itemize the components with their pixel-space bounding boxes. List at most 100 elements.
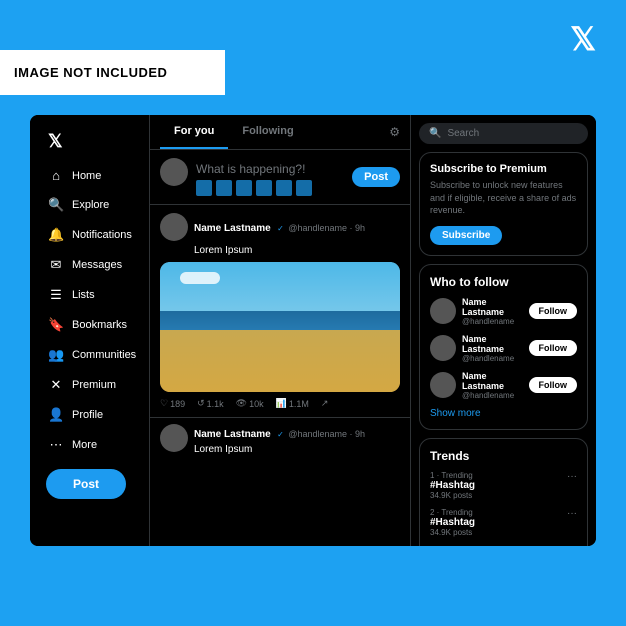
- sidebar-item-explore-label: Explore: [72, 199, 109, 211]
- twitter-ui: 𝕏 ⌂ Home 🔍 Explore 🔔 Notifications ✉ Mes…: [30, 115, 596, 546]
- search-bar[interactable]: 🔍 Search: [419, 123, 588, 144]
- home-icon: ⌂: [48, 168, 64, 183]
- sidebar-item-explore[interactable]: 🔍 Explore: [38, 191, 141, 219]
- sidebar-item-more-label: More: [72, 439, 97, 451]
- poll-tool-icon[interactable]: [236, 180, 252, 196]
- schedule-tool-icon[interactable]: [276, 180, 292, 196]
- who-to-follow-title: Who to follow: [430, 275, 577, 289]
- sidebar-item-notifications-label: Notifications: [72, 229, 132, 241]
- tweet-1-bookmarks[interactable]: 📊 1.1M: [276, 398, 309, 409]
- explore-icon: 🔍: [48, 197, 64, 213]
- image-not-included-banner: IMAGE NOT INCLUDED: [0, 50, 225, 95]
- search-placeholder: Search: [447, 128, 479, 139]
- sidebar-item-premium[interactable]: ✕ Premium: [38, 371, 141, 399]
- follow-button-1[interactable]: Follow: [529, 303, 578, 319]
- sidebar-item-communities[interactable]: 👥 Communities: [38, 341, 141, 369]
- compose-post-button[interactable]: Post: [352, 167, 400, 187]
- trend-category-1: 1 · Trending: [430, 471, 567, 480]
- sidebar-item-home[interactable]: ⌂ Home: [38, 162, 141, 189]
- messages-icon: ✉: [48, 257, 64, 273]
- follow-name-3: Name Lastname: [462, 371, 523, 391]
- follow-button-2[interactable]: Follow: [529, 340, 578, 356]
- subscribe-button[interactable]: Subscribe: [430, 226, 502, 245]
- bookmarks-icon: 🔖: [48, 317, 64, 333]
- sidebar-item-more[interactable]: ⋯ More: [38, 431, 141, 459]
- beach-cloud: [180, 272, 220, 284]
- location-tool-icon[interactable]: [296, 180, 312, 196]
- sidebar-item-profile[interactable]: 👤 Profile: [38, 401, 141, 429]
- sidebar-item-lists[interactable]: ☰ Lists: [38, 281, 141, 309]
- emoji-tool-icon[interactable]: [256, 180, 272, 196]
- sidebar-item-premium-label: Premium: [72, 379, 116, 391]
- trend-dots-2[interactable]: ···: [567, 508, 577, 519]
- tweet-1-verified: ✓: [277, 224, 284, 233]
- sidebar-item-bookmarks[interactable]: 🔖 Bookmarks: [38, 311, 141, 339]
- more-icon: ⋯: [48, 437, 64, 453]
- trend-tag-2: #Hashtag: [430, 517, 567, 528]
- tweet-1-user-info: Name Lastname ✓ @handlename · 9h: [194, 218, 400, 236]
- notifications-icon: 🔔: [48, 227, 64, 243]
- tab-for-you[interactable]: For you: [160, 115, 228, 149]
- trend-item-3[interactable]: 3 · Trending #Hashtag 34.9K posts ···: [430, 545, 577, 546]
- tweet-1-avatar: [160, 213, 188, 241]
- trend-count-1: 34.9K posts: [430, 491, 567, 500]
- sidebar: 𝕏 ⌂ Home 🔍 Explore 🔔 Notifications ✉ Mes…: [30, 115, 150, 546]
- sidebar-item-messages[interactable]: ✉ Messages: [38, 251, 141, 279]
- follow-handle-1: @handlename: [462, 317, 523, 326]
- follow-handle-3: @handlename: [462, 391, 523, 400]
- trend-info-3: 3 · Trending #Hashtag 34.9K posts: [430, 545, 567, 546]
- follow-item-1: Name Lastname @handlename Follow: [430, 297, 577, 326]
- trend-info-2: 2 · Trending #Hashtag 34.9K posts: [430, 508, 567, 537]
- trend-count-2: 34.9K posts: [430, 528, 567, 537]
- gif-tool-icon[interactable]: [216, 180, 232, 196]
- sidebar-item-home-label: Home: [72, 170, 101, 182]
- sidebar-item-messages-label: Messages: [72, 259, 122, 271]
- beach-sand: [160, 330, 400, 392]
- premium-icon: ✕: [48, 377, 64, 393]
- tweet-1-likes[interactable]: ♡ 189: [160, 398, 185, 409]
- trend-category-2: 2 · Trending: [430, 508, 567, 517]
- trend-item-2[interactable]: 2 · Trending #Hashtag 34.9K posts ···: [430, 508, 577, 537]
- follow-button-3[interactable]: Follow: [529, 377, 578, 393]
- compose-input[interactable]: What is happening?!: [196, 158, 344, 176]
- compose-tools: [196, 180, 344, 196]
- tweet-2-content: Name Lastname ✓ @handlename · 9h Lorem I…: [194, 424, 400, 461]
- tweet-1-image: [160, 262, 400, 392]
- post-button[interactable]: Post: [46, 469, 126, 499]
- follow-handle-2: @handlename: [462, 354, 523, 363]
- trend-info-1: 1 · Trending #Hashtag 34.9K posts: [430, 471, 567, 500]
- follow-info-3: Name Lastname @handlename: [462, 371, 523, 400]
- tweet-1-retweets[interactable]: ↺ 1.1k: [197, 398, 224, 409]
- tweet-2-name: Name Lastname: [194, 429, 271, 440]
- follow-avatar-3: [430, 372, 456, 398]
- settings-icon[interactable]: ⚙: [389, 125, 400, 139]
- trends-title: Trends: [430, 449, 577, 463]
- trend-item-1[interactable]: 1 · Trending #Hashtag 34.9K posts ···: [430, 471, 577, 500]
- retweet-icon: ↺: [197, 398, 205, 409]
- compose-box: What is happening?! Post: [150, 150, 410, 205]
- show-more-link[interactable]: Show more: [430, 408, 577, 419]
- tweet-1-share[interactable]: ↗: [321, 398, 329, 409]
- follow-item-2: Name Lastname @handlename Follow: [430, 334, 577, 363]
- follow-avatar-2: [430, 335, 456, 361]
- tweet-1-handle: @handlename · 9h: [288, 223, 365, 233]
- tweet-2-verified: ✓: [277, 430, 284, 439]
- follow-item-3: Name Lastname @handlename Follow: [430, 371, 577, 400]
- right-sidebar: 🔍 Search Subscribe to Premium Subscribe …: [411, 115, 596, 546]
- search-icon: 🔍: [429, 128, 441, 139]
- main-feed: For you Following ⚙ What is happening?!: [150, 115, 411, 546]
- trend-dots-3[interactable]: ···: [567, 545, 577, 546]
- tweet-1-text: Lorem Ipsum: [160, 245, 400, 256]
- image-tool-icon[interactable]: [196, 180, 212, 196]
- tab-following[interactable]: Following: [228, 115, 307, 149]
- who-to-follow-section: Who to follow Name Lastname @handlename …: [419, 264, 588, 430]
- views-icon: 👁: [236, 398, 247, 409]
- tweet-1-header: Name Lastname ✓ @handlename · 9h: [160, 213, 400, 241]
- tweet-2: Name Lastname ✓ @handlename · 9h Lorem I…: [150, 418, 410, 467]
- follow-info-2: Name Lastname @handlename: [462, 334, 523, 363]
- trend-dots-1[interactable]: ···: [567, 471, 577, 482]
- sidebar-logo: 𝕏: [38, 127, 141, 160]
- sidebar-item-lists-label: Lists: [72, 289, 95, 301]
- tweet-1-views[interactable]: 👁 10k: [236, 398, 264, 409]
- sidebar-item-notifications[interactable]: 🔔 Notifications: [38, 221, 141, 249]
